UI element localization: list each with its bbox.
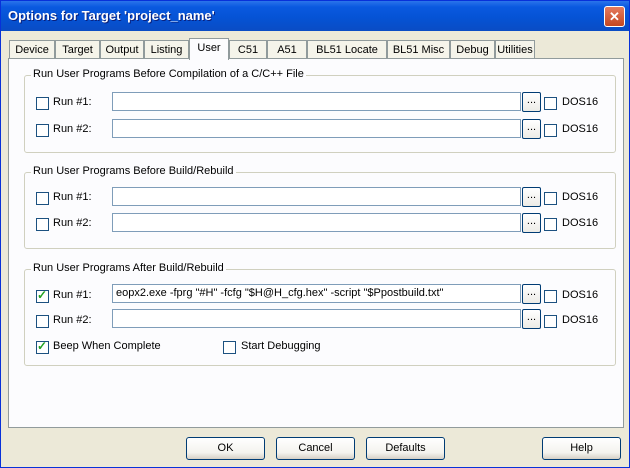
run2-command-input[interactable]: [112, 119, 521, 138]
run2-dos16-label: DOS16: [562, 314, 599, 326]
run1-dos16-checkbox[interactable]: [544, 290, 557, 303]
group-title: Run User Programs Before Compilation of …: [31, 68, 306, 80]
run1-browse-button[interactable]: ...: [522, 284, 541, 304]
run1-command-input[interactable]: [112, 187, 521, 206]
run1-browse-button[interactable]: ...: [522, 187, 541, 207]
run1-dos16-checkbox[interactable]: [544, 97, 557, 110]
tab-device[interactable]: Device: [9, 40, 55, 58]
close-icon[interactable]: ✕: [604, 6, 625, 27]
group-before-compile: Run User Programs Before Compilation of …: [24, 68, 616, 153]
run2-dos16-label: DOS16: [562, 123, 599, 135]
run2-checkbox[interactable]: [36, 315, 49, 328]
start-debugging-checkbox[interactable]: [223, 341, 236, 354]
run2-dos16-checkbox[interactable]: [544, 315, 557, 328]
tab-c51[interactable]: C51: [229, 40, 267, 58]
user-tab-panel: Run User Programs Before Compilation of …: [8, 58, 624, 428]
beep-when-complete-checkbox[interactable]: [36, 339, 49, 354]
run2-command-input[interactable]: [112, 309, 521, 328]
group-before-build: Run User Programs Before Build/Rebuild R…: [24, 165, 616, 249]
run1-command-input[interactable]: eopx2.exe -fprg "#H" -fcfg "$H@H_cfg.hex…: [112, 284, 521, 303]
group-title: Run User Programs After Build/Rebuild: [31, 262, 226, 274]
run1-dos16-label: DOS16: [562, 96, 599, 108]
tab-listing[interactable]: Listing: [144, 40, 189, 58]
run1-label: Run #1:: [53, 191, 92, 203]
run2-label: Run #2:: [53, 314, 92, 326]
run1-browse-button[interactable]: ...: [522, 92, 541, 112]
cancel-button[interactable]: Cancel: [276, 437, 355, 460]
run1-command-input[interactable]: [112, 92, 521, 111]
group-after-build: Run User Programs After Build/Rebuild Ru…: [24, 262, 616, 366]
tab-a51[interactable]: A51: [267, 40, 307, 58]
run2-label: Run #2:: [53, 123, 92, 135]
run1-label: Run #1:: [53, 289, 92, 301]
run2-command-input[interactable]: [112, 213, 521, 232]
tab-user[interactable]: User: [189, 38, 229, 60]
tab-utilities[interactable]: Utilities: [495, 40, 535, 58]
help-button[interactable]: Help: [542, 437, 621, 460]
run1-checkbox[interactable]: [36, 192, 49, 205]
start-debugging-label: Start Debugging: [241, 340, 321, 352]
run2-dos16-checkbox[interactable]: [544, 218, 557, 231]
run2-checkbox[interactable]: [36, 124, 49, 137]
run1-dos16-label: DOS16: [562, 191, 599, 203]
run1-dos16-label: DOS16: [562, 289, 599, 301]
run1-checkbox[interactable]: [36, 288, 49, 303]
tab-bl51-misc[interactable]: BL51 Misc: [387, 40, 450, 58]
run2-dos16-label: DOS16: [562, 217, 599, 229]
tab-target[interactable]: Target: [55, 40, 100, 58]
run1-dos16-checkbox[interactable]: [544, 192, 557, 205]
run2-browse-button[interactable]: ...: [522, 213, 541, 233]
group-title: Run User Programs Before Build/Rebuild: [31, 165, 236, 177]
beep-when-complete-label: Beep When Complete: [53, 340, 161, 352]
ok-button[interactable]: OK: [186, 437, 265, 460]
run2-checkbox[interactable]: [36, 218, 49, 231]
tab-bl51-locate[interactable]: BL51 Locate: [307, 40, 387, 58]
run2-dos16-checkbox[interactable]: [544, 124, 557, 137]
defaults-button[interactable]: Defaults: [366, 437, 445, 460]
run1-checkbox[interactable]: [36, 97, 49, 110]
tab-output[interactable]: Output: [100, 40, 144, 58]
run2-label: Run #2:: [53, 217, 92, 229]
run2-browse-button[interactable]: ...: [522, 309, 541, 329]
tab-debug[interactable]: Debug: [450, 40, 495, 58]
run2-browse-button[interactable]: ...: [522, 119, 541, 139]
options-dialog: Options for Target 'project_name' ✕ Devi…: [0, 0, 630, 468]
title-bar[interactable]: Options for Target 'project_name' ✕: [1, 1, 629, 31]
run1-label: Run #1:: [53, 96, 92, 108]
window-title: Options for Target 'project_name': [8, 8, 215, 23]
